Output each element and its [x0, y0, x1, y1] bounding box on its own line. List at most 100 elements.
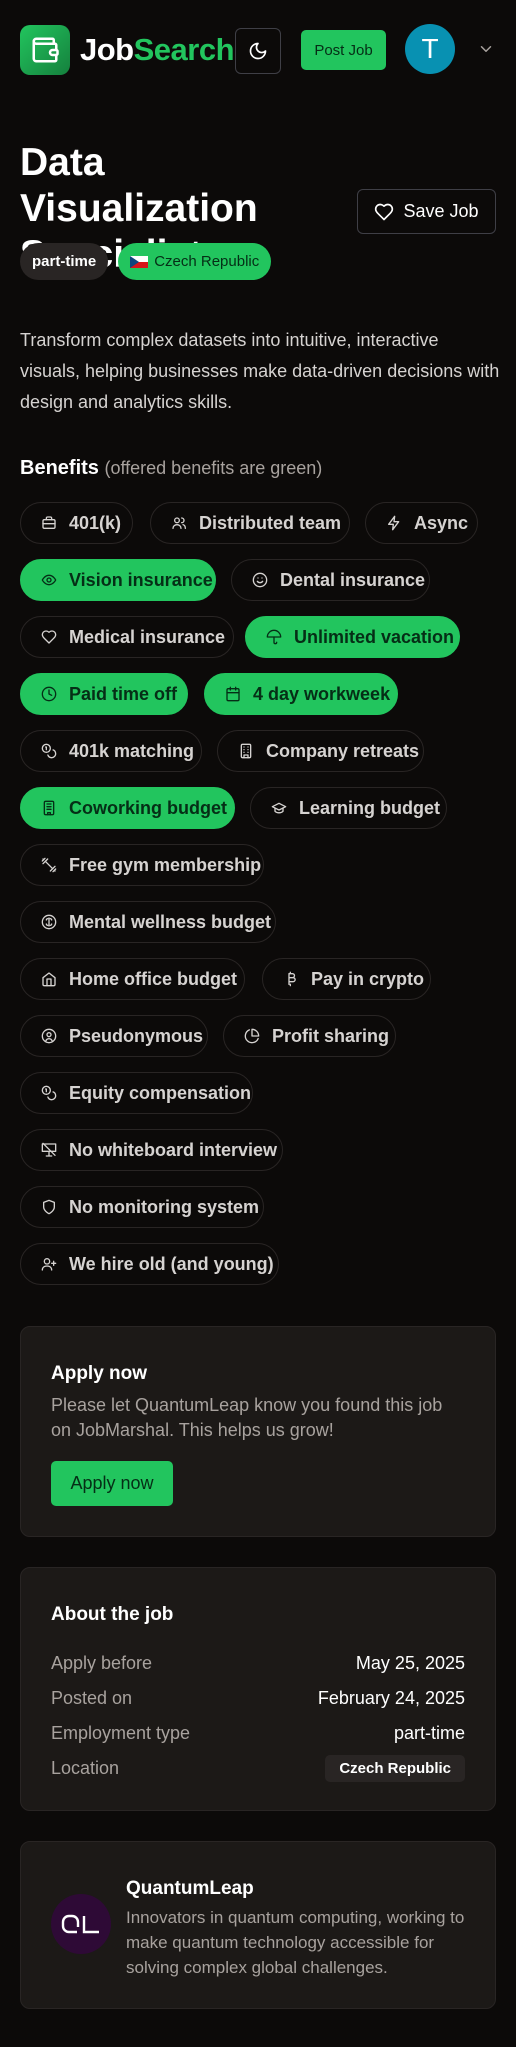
- benefit-pill: Pay in crypto: [262, 958, 431, 1000]
- apply-now-button[interactable]: Apply now: [51, 1461, 173, 1506]
- job-tags: part-time Czech Republic: [20, 243, 272, 280]
- about-card: About the job Apply before May 25, 2025 P…: [20, 1567, 496, 1811]
- benefit-label: No whiteboard interview: [69, 1139, 278, 1160]
- bitcoin-icon: [288, 971, 296, 987]
- benefit-pill: Paid time off: [20, 673, 188, 715]
- benefit-pill: Equity compensation: [20, 1072, 253, 1114]
- save-job-label: Save Job: [403, 201, 479, 221]
- employment-type-tag: part-time: [20, 243, 109, 280]
- company-name[interactable]: QuantumLeap: [126, 1878, 254, 1900]
- moon-icon: [249, 42, 267, 60]
- no-presentation-icon: [41, 1142, 57, 1157]
- company-description: Innovators in quantum computing, working…: [126, 1908, 465, 1977]
- about-row: Apply before May 25, 2025: [51, 1653, 465, 1673]
- dumbbell-icon: [41, 857, 57, 873]
- benefit-pill: Unlimited vacation: [245, 616, 460, 658]
- benefit-label: Unlimited vacation: [294, 626, 455, 647]
- eye-icon: [41, 574, 57, 586]
- benefit-label: 401(k): [69, 512, 122, 533]
- coins-icon: [41, 743, 57, 759]
- calendar-icon: [226, 686, 240, 702]
- benefit-label: We hire old (and young): [69, 1253, 274, 1274]
- home-icon: [42, 972, 56, 987]
- office-icon: [43, 800, 55, 816]
- about-row: Location Czech Republic: [51, 1751, 465, 1786]
- benefit-pill: 401(k): [20, 502, 133, 544]
- briefcase-icon: [42, 516, 56, 529]
- benefit-pill: Profit sharing: [223, 1015, 396, 1057]
- benefit-label: Async: [414, 512, 469, 533]
- benefit-label: Equity compensation: [69, 1082, 252, 1103]
- benefit-label: Distributed team: [199, 512, 342, 533]
- benefits-heading: Benefits (offered benefits are green): [20, 457, 323, 479]
- benefit-pill: We hire old (and young): [20, 1243, 279, 1285]
- clock-icon: [41, 686, 57, 702]
- benefit-pill: Mental wellness budget: [20, 901, 276, 943]
- about-title: About the job: [51, 1604, 174, 1625]
- benefit-pill: Dental insurance: [231, 559, 430, 601]
- location-tag-label: Czech Republic: [154, 253, 260, 270]
- benefit-label: Profit sharing: [272, 1025, 390, 1046]
- benefit-pill: Medical insurance: [20, 616, 234, 658]
- benefit-pill: Company retreats: [217, 730, 424, 772]
- job-description: Transform complex datasets into intuitiv…: [20, 330, 500, 412]
- apply-text: Please let QuantumLeap know you found th…: [51, 1395, 443, 1440]
- benefit-label: Medical insurance: [69, 626, 226, 647]
- pie-chart-icon: [244, 1028, 260, 1044]
- benefit-pill: No monitoring system: [20, 1186, 264, 1228]
- benefit-label: 401k matching: [69, 740, 195, 761]
- lightning-icon: [388, 515, 400, 531]
- benefit-label: Mental wellness budget: [69, 911, 272, 932]
- apply-card: Apply now Please let QuantumLeap know yo…: [20, 1326, 496, 1537]
- benefit-pill: 4 day workweek: [204, 673, 398, 715]
- benefit-label: Learning budget: [299, 797, 440, 818]
- umbrella-icon: [266, 629, 282, 645]
- benefit-pill: Pseudonymous: [20, 1015, 208, 1057]
- company-card: QuantumLeap Innovators in quantum comput…: [20, 1841, 496, 2009]
- brain-icon: [41, 914, 57, 930]
- benefit-pill: Async: [365, 502, 478, 544]
- user-plus-icon: [41, 1258, 57, 1271]
- about-row: Employment type part-time: [51, 1723, 465, 1743]
- logo-text[interactable]: JobSearch: [80, 32, 235, 68]
- benefit-label: 4 day workweek: [253, 683, 391, 704]
- benefit-label: Home office budget: [69, 968, 238, 989]
- user-circle-icon: [41, 1028, 57, 1044]
- theme-toggle-button[interactable]: [235, 28, 281, 74]
- czech-flag-icon: [130, 255, 149, 268]
- post-job-button[interactable]: Post Job: [301, 30, 386, 70]
- benefit-label: No monitoring system: [69, 1196, 260, 1217]
- benefit-label: Company retreats: [266, 740, 420, 761]
- company-logo[interactable]: [51, 1894, 111, 1954]
- heart-icon: [375, 203, 394, 220]
- header: JobSearch Post Job T: [0, 0, 516, 100]
- smile-icon: [252, 572, 268, 588]
- building-icon: [240, 743, 252, 759]
- benefit-label: Coworking budget: [69, 797, 227, 818]
- coins-icon: [41, 1085, 57, 1101]
- benefit-pill: Free gym membership: [20, 844, 264, 886]
- benefit-pill: Vision insurance: [20, 559, 216, 601]
- heart-icon: [41, 630, 57, 644]
- benefit-pill: Distributed team: [150, 502, 350, 544]
- avatar[interactable]: T: [405, 24, 455, 74]
- logo-wallet-icon[interactable]: [20, 25, 70, 75]
- benefit-label: Pay in crypto: [311, 968, 425, 989]
- benefit-pill: Home office budget: [20, 958, 245, 1000]
- location-badge: Czech Republic: [325, 1755, 465, 1782]
- about-row: Posted on February 24, 2025: [51, 1688, 465, 1708]
- apply-title: Apply now: [51, 1363, 148, 1384]
- location-tag: Czech Republic: [118, 243, 272, 280]
- benefit-label: Pseudonymous: [69, 1025, 204, 1046]
- benefit-label: Dental insurance: [280, 569, 426, 590]
- benefit-pill: Learning budget: [250, 787, 447, 829]
- benefit-label: Vision insurance: [69, 569, 213, 590]
- benefit-pill: Coworking budget: [20, 787, 235, 829]
- benefit-label: Free gym membership: [69, 854, 262, 875]
- save-job-button[interactable]: Save Job: [357, 189, 496, 234]
- benefit-label: Paid time off: [69, 683, 178, 704]
- benefit-pill: No whiteboard interview: [20, 1129, 283, 1171]
- users-icon: [172, 517, 186, 529]
- chevron-down-icon[interactable]: [477, 40, 495, 58]
- graduation-cap-icon: [271, 802, 287, 814]
